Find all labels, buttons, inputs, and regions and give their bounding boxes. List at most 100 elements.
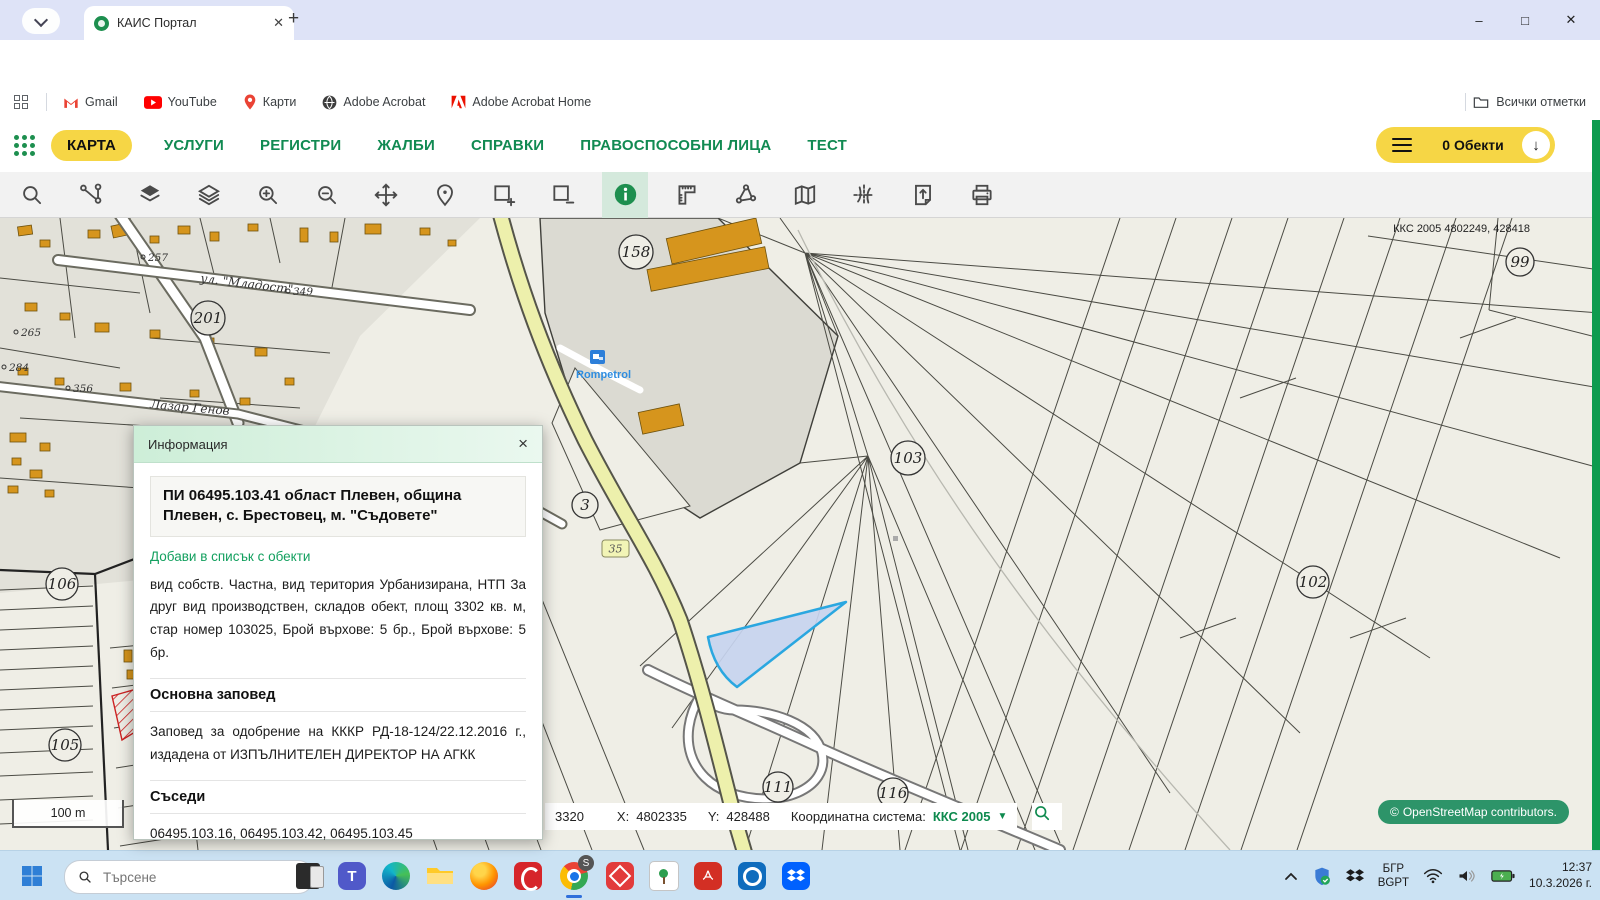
bookmark-adobe-acrobat[interactable]: Adobe Acrobat [322, 95, 425, 110]
taskbar-search[interactable] [64, 860, 314, 894]
app-photo-editor[interactable] [642, 851, 686, 900]
browser-tab[interactable]: КАИС Портал ✕ [84, 6, 294, 40]
tool-measure-length[interactable] [667, 175, 707, 215]
nav-registri[interactable]: РЕГИСТРИ [260, 137, 341, 154]
scale-value[interactable]: 3320 [555, 809, 584, 824]
window-controls: – □ ✕ [1456, 0, 1594, 40]
popup-close-icon[interactable]: × [518, 434, 528, 454]
page-scrollbar[interactable] [1592, 120, 1600, 850]
copyright-icon: © [1390, 805, 1399, 819]
tool-print[interactable] [962, 175, 1002, 215]
svg-text:201: 201 [193, 309, 223, 327]
language-indicator[interactable]: БГР BGPT [1378, 862, 1409, 891]
taskbar-search-input[interactable] [101, 869, 255, 886]
popup-header: Информация × [134, 426, 542, 463]
hamburger-icon [1392, 134, 1412, 156]
apps-dots-icon[interactable] [14, 135, 35, 156]
tool-layers[interactable] [189, 175, 229, 215]
divider [46, 93, 47, 111]
tool-select-add[interactable] [484, 175, 524, 215]
site-favicon-icon [94, 16, 109, 31]
tool-measure-area[interactable] [726, 175, 766, 215]
tool-pan[interactable] [366, 175, 406, 215]
svg-text:105: 105 [51, 736, 80, 754]
bookmark-youtube[interactable]: YouTube [144, 95, 217, 109]
chevron-down-icon [34, 12, 48, 26]
tool-info-active[interactable] [602, 172, 648, 218]
neighbors-list: 06495.103.16, 06495.103.42, 06495.103.45 [150, 823, 526, 846]
selected-parcel[interactable] [708, 602, 846, 687]
nav-zhalbi[interactable]: ЖАЛБИ [377, 137, 435, 154]
dropbox-tray-icon[interactable] [1346, 868, 1364, 884]
app-outlook[interactable] [730, 851, 774, 900]
tool-map[interactable] [785, 175, 825, 215]
crs-value[interactable]: ККС 2005 [933, 809, 991, 824]
apps-grid-icon[interactable] [14, 95, 28, 109]
section-main-order: Основна заповед [150, 678, 526, 712]
bookmark-maps[interactable]: Карти [243, 94, 297, 110]
objects-count-pill[interactable]: 0 Обекти ↓ [1376, 127, 1555, 163]
tool-select-remove[interactable] [543, 175, 583, 215]
tool-coordinates[interactable] [844, 175, 884, 215]
battery-icon[interactable] [1491, 869, 1515, 883]
crs-dropdown-icon[interactable]: ▼ [997, 811, 1007, 822]
bookmark-adobe-acrobat-home[interactable]: Adobe Acrobat Home [451, 95, 591, 109]
y-value[interactable]: 428488 [726, 809, 769, 824]
road-shield-35: 35 [602, 540, 629, 557]
maximize-button[interactable]: □ [1502, 0, 1548, 40]
app-diamond-red[interactable] [598, 851, 642, 900]
start-button[interactable] [10, 851, 54, 900]
tab-search-button[interactable] [22, 8, 60, 34]
taskbar-clock[interactable]: 12:37 10.3.2026 г. [1529, 860, 1592, 891]
tool-export[interactable] [903, 175, 943, 215]
minimize-button[interactable]: – [1456, 0, 1502, 40]
nav-karta-active[interactable]: КАРТА [51, 130, 132, 161]
system-tray: БГР BGPT 12:37 10.3.2026 г. [1284, 851, 1592, 900]
new-tab-button[interactable]: + [288, 8, 299, 30]
volume-icon[interactable] [1457, 868, 1477, 884]
tool-zoom-in[interactable] [248, 175, 288, 215]
objects-expand-icon[interactable]: ↓ [1522, 131, 1550, 159]
tab-close-icon[interactable]: ✕ [273, 15, 284, 31]
tool-zoom-out[interactable] [307, 175, 347, 215]
map-scale-bar: 100 m [12, 800, 124, 828]
screen: КАИС Портал ✕ + – □ ✕ ← → ↻ kais.cadastr… [0, 0, 1600, 900]
wifi-icon[interactable] [1423, 868, 1443, 884]
nav-uslugi[interactable]: УСЛУГИ [164, 137, 224, 154]
folder-icon [1473, 95, 1489, 109]
map-canvas[interactable]: 35 Rompetrol 158 201 99 103 102 106 105 … [0, 218, 1600, 850]
nav-test[interactable]: ТЕСТ [807, 137, 847, 154]
add-to-objects-link[interactable]: Добави в списък с обекти [150, 549, 526, 564]
parcel-attributes: вид собств. Частна, вид територия Урбани… [150, 574, 526, 666]
maps-pin-icon [243, 94, 257, 110]
nav-pravosposobni-litsa[interactable]: ПРАВОСПОСОБНИ ЛИЦА [580, 137, 771, 154]
app-acrobat[interactable] [686, 851, 730, 900]
tray-chevron-icon[interactable] [1284, 871, 1298, 881]
tool-search[interactable] [12, 175, 52, 215]
close-button[interactable]: ✕ [1548, 0, 1594, 40]
app-dropbox[interactable] [774, 851, 818, 900]
bookmark-gmail[interactable]: Gmail [63, 95, 118, 109]
coordinate-search-button[interactable] [1032, 803, 1062, 830]
x-value[interactable]: 4802335 [636, 809, 687, 824]
svg-text:111: 111 [764, 778, 793, 796]
all-bookmarks[interactable]: Всички отметки [1465, 93, 1586, 111]
x-label: X: [617, 809, 629, 824]
chrome-profile-badge: S [578, 855, 594, 871]
osm-attribution[interactable]: © OpenStreetMap contributors. [1378, 800, 1569, 824]
tool-route[interactable] [71, 175, 111, 215]
nav-spravki[interactable]: СПРАВКИ [471, 137, 544, 154]
app-chrome-active[interactable]: S [550, 851, 598, 900]
svg-text:257: 257 [147, 252, 168, 264]
tool-layers-filled[interactable] [130, 175, 170, 215]
coordinate-statusbar: 3320 X: 4802335 Y: 428488 Координатна си… [545, 803, 1017, 830]
security-shield-icon[interactable] [1312, 866, 1332, 886]
svg-text:158: 158 [622, 243, 651, 261]
tool-location[interactable] [425, 175, 465, 215]
info-popup: Информация × ПИ 06495.103.41 област Плев… [133, 425, 543, 840]
y-label: Y: [708, 809, 720, 824]
crs-label: Координатна система: [791, 809, 926, 824]
section-neighbors: Съседи [150, 780, 526, 814]
svg-text:106: 106 [48, 575, 77, 593]
svg-text:265: 265 [20, 327, 41, 339]
